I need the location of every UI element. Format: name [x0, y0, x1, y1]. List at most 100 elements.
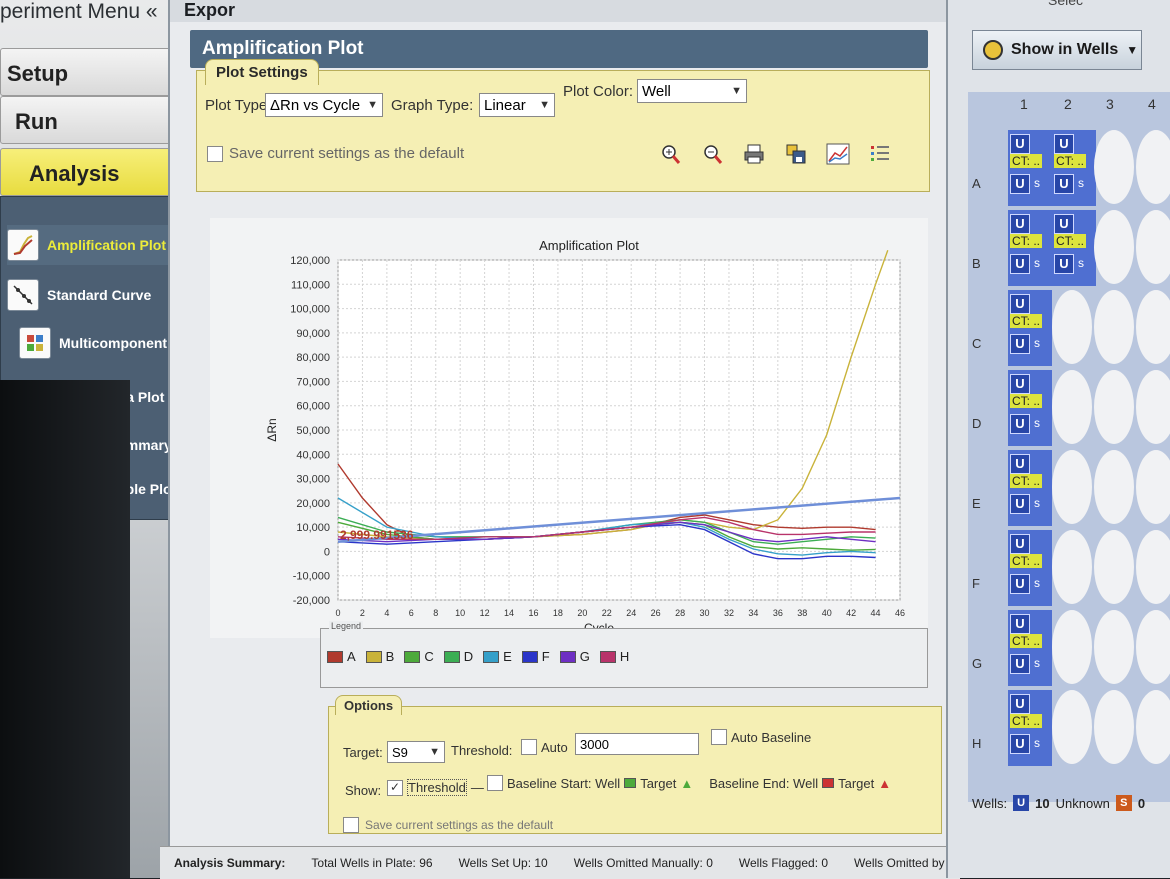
legend-label: E [503, 649, 512, 664]
zoom-in-icon[interactable] [657, 141, 683, 167]
show-threshold-option[interactable]: Threshold — [387, 779, 484, 796]
legend-label: A [347, 649, 356, 664]
options-tab[interactable]: Options [335, 695, 403, 715]
plate-row-label: E [972, 496, 981, 511]
plate-well-assigned[interactable]: U CT: .. Us [1052, 210, 1096, 286]
plate-well-assigned[interactable]: U CT: .. Us [1008, 690, 1052, 766]
legend-item-D[interactable]: D [443, 649, 473, 664]
plate-row-label: F [972, 576, 980, 591]
well-ct-value: CT: .. [1010, 474, 1043, 488]
x-tick-label: 4 [384, 608, 389, 618]
plot-settings-tab[interactable]: Plot Settings [205, 59, 319, 85]
export-bar: Expor [170, 0, 948, 22]
legend-item-H[interactable]: H [599, 649, 629, 664]
nav-run[interactable]: Run [0, 96, 190, 144]
legend-item-G[interactable]: G [559, 649, 590, 664]
nav-analysis[interactable]: Analysis [0, 148, 196, 196]
plate-well-empty[interactable] [1094, 370, 1134, 444]
plate-well-assigned[interactable]: U CT: .. Us [1008, 610, 1052, 686]
x-tick-label: 38 [797, 608, 807, 618]
save-image-icon[interactable] [783, 141, 809, 167]
plate-well-empty[interactable] [1136, 450, 1170, 524]
plate-column-label: 4 [1148, 96, 1156, 112]
show-in-wells-button[interactable]: Show in Wells ▼ [972, 30, 1142, 70]
well-ct-value: CT: .. [1010, 554, 1043, 568]
auto-baseline-option[interactable]: Auto Baseline [711, 729, 811, 745]
plate-well-empty[interactable] [1052, 290, 1092, 364]
plot-type-label: Plot Type: [205, 97, 272, 114]
plate-row-label: G [972, 656, 983, 671]
show-threshold-checkbox[interactable] [387, 779, 403, 796]
graph-type-select[interactable]: Linear ▼ [479, 93, 555, 117]
show-label: Show: [345, 783, 382, 798]
zoom-out-icon[interactable] [699, 141, 725, 167]
legend-caption: Legend [329, 621, 364, 631]
plate-well-empty[interactable] [1052, 370, 1092, 444]
plate-well-assigned[interactable]: U CT: .. Us [1008, 450, 1052, 526]
amplification-chart[interactable]: 0 2 4 6 8 10 12 14 16 18 20 22 24 26 28 30 32 34 36 38 40 42 4… [210, 218, 928, 638]
plate-well-empty[interactable] [1094, 690, 1134, 764]
baseline-start-swatch [624, 778, 637, 788]
plate-well-empty[interactable] [1136, 130, 1170, 204]
export-label[interactable]: Expor [184, 0, 235, 20]
threshold-input[interactable]: 3000 [575, 733, 699, 755]
baseline-option[interactable]: Baseline Start: Well Target ▲ Baseline E… [487, 775, 891, 791]
plate-well-empty[interactable] [1094, 210, 1134, 284]
legend-item-A[interactable]: A [327, 649, 356, 664]
plate-well-assigned[interactable]: U CT: .. Us [1052, 130, 1096, 206]
plate-well-empty[interactable] [1052, 610, 1092, 684]
wells-footer-label: Wells: [972, 795, 1008, 811]
plate-well-assigned[interactable]: U CT: .. Us [1008, 530, 1052, 606]
x-tick-label: 2 [360, 608, 365, 618]
plate-well-assigned[interactable]: U CT: .. Us [1008, 130, 1052, 206]
plate-well-empty[interactable] [1136, 210, 1170, 284]
plate-well-assigned[interactable]: U CT: .. Us [1008, 370, 1052, 446]
analysis-item-label: Amplification Plot [47, 237, 166, 253]
options-save-default[interactable]: Save current settings as the default [343, 817, 553, 833]
legend-item-B[interactable]: B [365, 649, 394, 664]
plate-well-empty[interactable] [1136, 290, 1170, 364]
plate-well-empty[interactable] [1136, 370, 1170, 444]
auto-baseline-checkbox[interactable] [711, 729, 727, 745]
plate-well-empty[interactable] [1094, 290, 1134, 364]
plate-well-empty[interactable] [1094, 130, 1134, 204]
plate-well-empty[interactable] [1136, 690, 1170, 764]
baseline-checkbox[interactable] [487, 775, 503, 791]
analysis-item-standard-curve[interactable]: Standard Curve [7, 275, 151, 315]
options-save-default-checkbox[interactable] [343, 817, 359, 833]
plate-well-empty[interactable] [1052, 690, 1092, 764]
threshold-line-swatch: — [470, 780, 484, 795]
plate-well-empty[interactable] [1094, 530, 1134, 604]
plate-well-empty[interactable] [1094, 610, 1134, 684]
y-tick-label: 100,000 [290, 304, 330, 316]
plate-well-empty[interactable] [1052, 530, 1092, 604]
legend-item-F[interactable]: F [521, 649, 550, 664]
plate-well-assigned[interactable]: U CT: .. Us [1008, 290, 1052, 366]
plate-layout[interactable]: 1 2 3 4 A U CT: .. Us U CT: .. Us B U CT: .. Us U CT: ..… [968, 92, 1170, 802]
auto-threshold-checkbox[interactable] [521, 739, 537, 755]
unknown-task-icon: U [1010, 294, 1030, 314]
list-icon[interactable] [867, 141, 893, 167]
unknown-task-icon: U [1010, 694, 1030, 714]
baseline-start-target: Target [640, 775, 677, 791]
chart-options-icon[interactable] [825, 141, 851, 167]
plate-well-empty[interactable] [1094, 450, 1134, 524]
experiment-menu-title[interactable]: periment Menu « [0, 0, 158, 24]
legend-item-C[interactable]: C [404, 649, 434, 664]
save-default-setting[interactable]: Save current settings as the default [207, 145, 464, 162]
plot-type-select[interactable]: ΔRn vs Cycle ▼ [265, 93, 383, 117]
plate-well-assigned[interactable]: U CT: .. Us [1008, 210, 1052, 286]
plate-well-empty[interactable] [1136, 610, 1170, 684]
legend-item-E[interactable]: E [483, 649, 512, 664]
nav-setup[interactable]: Setup [0, 48, 196, 96]
plate-well-empty[interactable] [1136, 530, 1170, 604]
auto-threshold-option[interactable]: Auto [521, 739, 568, 755]
amplification-chart-svg[interactable]: 0 2 4 6 8 10 12 14 16 18 20 22 24 26 28 30 32 34 36 38 40 42 4… [210, 218, 928, 635]
plot-color-select[interactable]: Well ▼ [637, 79, 747, 103]
well-sample-label: s [1078, 176, 1084, 190]
save-default-checkbox[interactable] [207, 145, 223, 162]
target-select[interactable]: S9 ▼ [387, 741, 445, 763]
plate-well-empty[interactable] [1052, 450, 1092, 524]
chevron-down-icon: ▼ [539, 99, 550, 111]
print-icon[interactable] [741, 141, 767, 167]
